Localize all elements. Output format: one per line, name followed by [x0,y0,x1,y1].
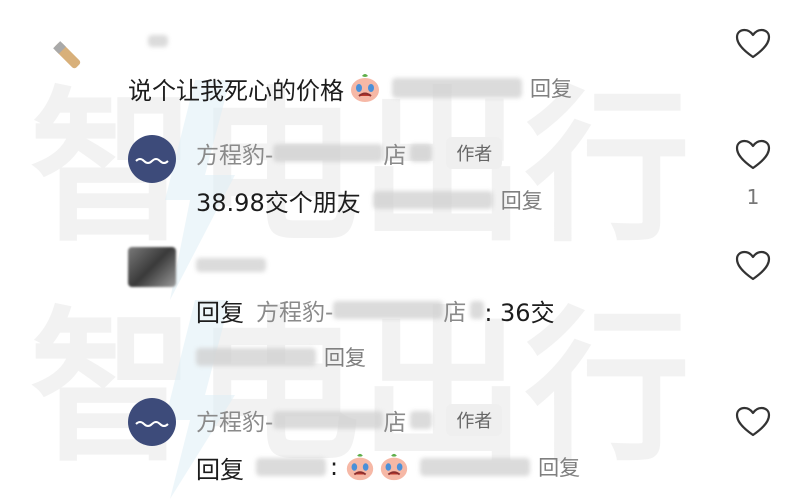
author-name-row: 方程豹- 店 作者 [196,136,503,170]
timestamp-blurred [196,348,316,366]
comment-text: 38.98交个朋友 [196,188,361,217]
avatar[interactable] [48,36,88,76]
author-store-suffix: 店 [383,410,407,436]
comment-text: : 36交 [484,298,555,327]
reply-comment: 回复 方程豹- 店 : 36交 [196,292,555,328]
quoted-name-blurred [333,301,444,319]
username-blurred[interactable] [196,258,266,272]
colon: : [330,453,339,481]
author-name[interactable]: 方程豹- [196,136,273,170]
heart-outline-icon[interactable] [735,250,771,282]
heart-outline-icon[interactable] [735,406,771,438]
author-name-row: 方程豹- 店 作者 [196,403,503,437]
avatar-blurred[interactable] [128,247,176,287]
like-count: 1 [746,185,760,209]
reply-comment: 38.98交个朋友 回复 [196,183,543,217]
author-avatar[interactable] [128,398,176,446]
username-blurred[interactable] [148,35,168,47]
crying-face-emoji [346,453,374,481]
crying-face-emoji [380,453,408,481]
timestamp-blurred [420,458,531,476]
author-name-blurred [273,144,384,162]
author-name-blurred-end [410,411,433,429]
author-tag: 作者 [446,137,503,169]
quoted-store-suffix: 店 [443,300,467,326]
timestamp-blurred [392,78,522,98]
meta-row: 回复 [196,342,366,372]
timestamp-blurred [372,191,493,209]
quoted-name-blurred[interactable] [256,458,326,476]
author-tag: 作者 [446,404,503,436]
comment-text: 说个让我死心的价格 [128,76,344,105]
reply-button[interactable]: 回复 [530,73,572,103]
reply-comment: 回复 : 回复 [196,449,580,485]
author-name-blurred-end [410,144,433,162]
reply-prefix: 回复 [196,298,244,327]
quoted-name-blurred-end [470,301,485,319]
author-name-blurred [273,411,384,429]
reply-prefix: 回复 [196,455,244,484]
heart-outline-icon[interactable] [735,28,771,60]
crying-face-emoji [351,74,379,102]
reply-button[interactable]: 回复 [501,185,543,215]
quoted-author-name[interactable]: 方程豹- [256,293,333,327]
author-name[interactable]: 方程豹- [196,403,273,437]
heart-outline-icon[interactable] [735,139,771,171]
author-store-suffix: 店 [383,143,407,169]
author-avatar[interactable] [128,135,176,183]
top-comment: 说个让我死心的价格 回复 [128,70,572,106]
reply-button[interactable]: 回复 [324,342,366,372]
reply-button[interactable]: 回复 [538,452,580,482]
